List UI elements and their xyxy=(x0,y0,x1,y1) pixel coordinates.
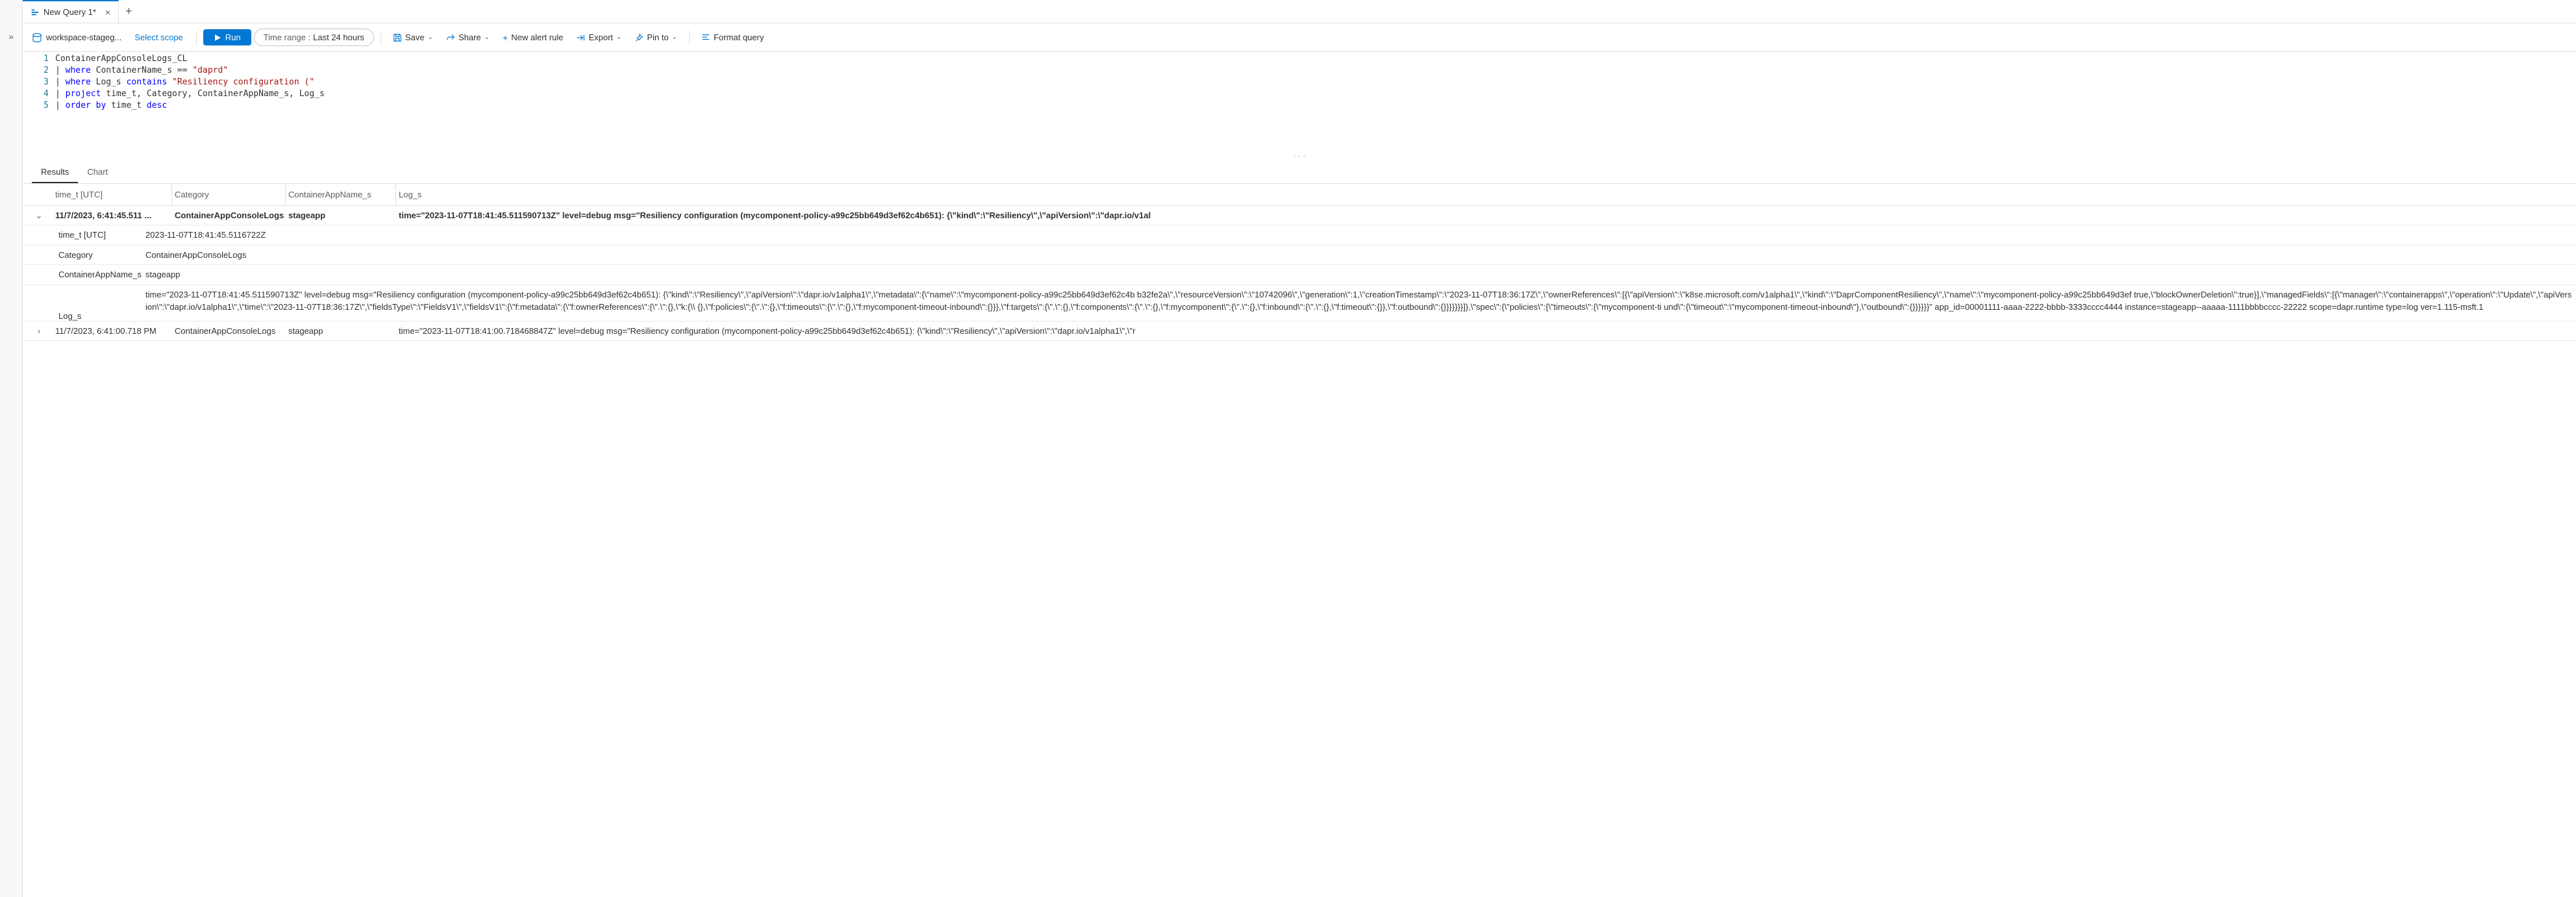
grid-header: time_t [UTC] Category ContainerAppName_s… xyxy=(23,184,2576,206)
workspace-label: workspace-stageg... xyxy=(46,32,121,42)
separator xyxy=(196,31,197,45)
col-header-category[interactable]: Category xyxy=(172,184,286,205)
time-range-label: Time range : xyxy=(264,32,311,42)
pin-icon xyxy=(634,33,644,42)
tab-chart[interactable]: Chart xyxy=(78,162,117,183)
share-button[interactable]: Share ⌄ xyxy=(441,30,495,45)
select-scope-link[interactable]: Select scope xyxy=(128,32,189,42)
table-row[interactable]: ⌄ 11/7/2023, 6:41:45.511 ... ContainerAp… xyxy=(23,206,2576,225)
code-area[interactable]: ContainerAppConsoleLogs_CL | where Conta… xyxy=(55,53,2576,149)
plus-icon: + xyxy=(503,32,508,43)
query-editor[interactable]: 1 2 3 4 5 ContainerAppConsoleLogs_CL | w… xyxy=(23,52,2576,149)
format-query-button[interactable]: Format query xyxy=(696,30,769,45)
export-icon xyxy=(576,33,585,42)
expand-icon[interactable]: › xyxy=(23,326,55,336)
pin-button[interactable]: Pin to ⌄ xyxy=(629,30,682,45)
format-icon xyxy=(701,33,710,42)
play-icon xyxy=(214,34,221,42)
results-grid: time_t [UTC] Category ContainerAppName_s… xyxy=(23,184,2576,897)
time-range-picker[interactable]: Time range : Last 24 hours xyxy=(254,29,374,46)
col-header-time[interactable]: time_t [UTC] xyxy=(55,184,172,205)
save-button[interactable]: Save ⌄ xyxy=(388,30,438,45)
tab-new-query-1[interactable]: New Query 1* × xyxy=(23,0,119,23)
new-alert-button[interactable]: + New alert rule xyxy=(497,30,568,45)
close-icon[interactable]: × xyxy=(105,7,110,18)
query-tabs: New Query 1* × + xyxy=(23,0,2576,23)
chevron-down-icon: ⌄ xyxy=(428,34,433,41)
left-rail: » xyxy=(0,0,23,897)
chevron-down-icon: ⌄ xyxy=(484,34,490,41)
col-header-log[interactable]: Log_s xyxy=(396,184,2576,205)
tab-label: New Query 1* xyxy=(44,7,96,17)
chevron-down-icon: ⌄ xyxy=(672,34,677,41)
splitter-handle[interactable]: · · · xyxy=(23,149,2576,162)
run-label: Run xyxy=(225,32,241,42)
expand-rail-icon[interactable]: » xyxy=(8,31,14,897)
detail-row: Category ContainerAppConsoleLogs xyxy=(23,246,2576,266)
workspace-picker[interactable]: workspace-stageg... xyxy=(28,32,125,43)
line-gutter: 1 2 3 4 5 xyxy=(23,53,55,149)
col-header-app[interactable]: ContainerAppName_s xyxy=(286,184,396,205)
tab-results[interactable]: Results xyxy=(32,162,78,183)
run-button[interactable]: Run xyxy=(203,29,251,45)
detail-row: time_t [UTC] 2023-11-07T18:41:45.5116722… xyxy=(23,225,2576,246)
table-row[interactable]: › 11/7/2023, 6:41:00.718 PM ContainerApp… xyxy=(23,322,2576,341)
collapse-icon[interactable]: ⌄ xyxy=(23,210,55,221)
time-range-value: Last 24 hours xyxy=(313,32,364,42)
detail-row: Log_s time="2023-11-07T18:41:45.51159071… xyxy=(23,285,2576,322)
export-button[interactable]: Export ⌄ xyxy=(571,30,627,45)
query-icon xyxy=(31,8,40,17)
add-tab-button[interactable]: + xyxy=(119,5,139,18)
share-icon xyxy=(446,33,455,42)
toolbar: workspace-stageg... Select scope Run Tim… xyxy=(23,23,2576,52)
save-icon xyxy=(393,33,402,42)
separator xyxy=(689,31,690,45)
workspace-icon xyxy=(32,32,42,43)
detail-row: ContainerAppName_s stageapp xyxy=(23,265,2576,285)
results-tabs: Results Chart xyxy=(23,162,2576,184)
chevron-down-icon: ⌄ xyxy=(616,34,621,41)
